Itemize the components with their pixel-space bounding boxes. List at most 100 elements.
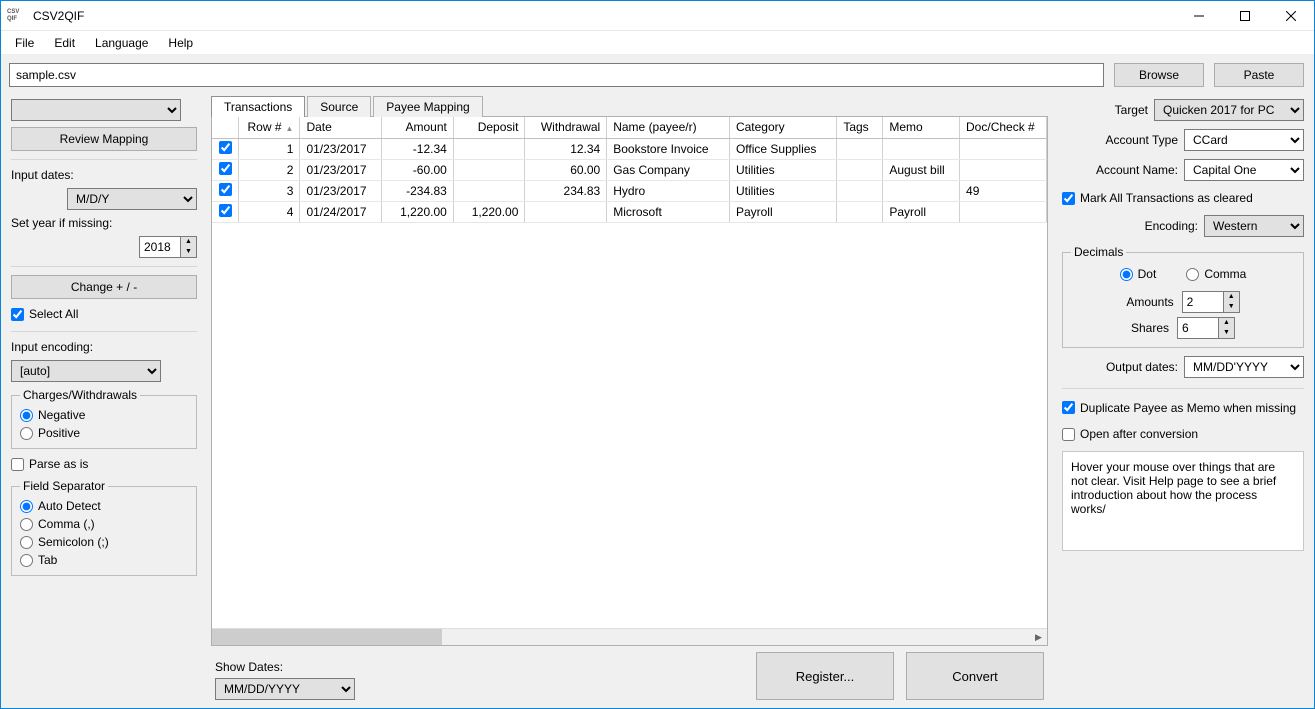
row-check[interactable] [212,180,239,201]
output-dates-select[interactable]: MM/DD'YYYY [1184,356,1304,378]
output-dates-label: Output dates: [1062,360,1178,374]
menu-edit[interactable]: Edit [44,34,85,52]
grid-horizontal-scrollbar[interactable]: ◀ ▶ [212,628,1047,645]
cell-row: 2 [239,159,300,180]
cell-category: Payroll [729,201,836,222]
tab-payee-mapping[interactable]: Payee Mapping [373,96,482,117]
review-mapping-button[interactable]: Review Mapping [11,127,197,151]
col-memo[interactable]: Memo [883,117,960,138]
spin-down-icon[interactable]: ▼ [181,247,196,257]
menu-file[interactable]: File [5,34,44,52]
input-encoding-select[interactable]: [auto] [11,360,161,382]
cell-tags [837,138,883,159]
amounts-input[interactable] [1183,292,1223,312]
col-withdrawal[interactable]: Withdrawal [525,117,607,138]
scroll-right-icon[interactable]: ▶ [1030,629,1047,646]
encoding-select[interactable]: Western [1204,215,1304,237]
grid-header-row: Row #▲ Date Amount Deposit Withdrawal Na… [212,117,1047,138]
cell-name: Microsoft [607,201,730,222]
row-check[interactable] [212,138,239,159]
sep-semi-radio[interactable]: Semicolon (;) [20,533,188,551]
open-after-checkbox[interactable]: Open after conversion [1062,425,1304,443]
minimize-button[interactable] [1176,1,1222,31]
maximize-button[interactable] [1222,1,1268,31]
transactions-grid-wrap[interactable]: Row #▲ Date Amount Deposit Withdrawal Na… [212,117,1047,628]
menu-bar: File Edit Language Help [1,31,1314,55]
cell-withdrawal [525,201,607,222]
row-check[interactable] [212,159,239,180]
input-dates-select[interactable]: M/D/Y [67,188,197,210]
menu-language[interactable]: Language [85,34,158,52]
browse-button[interactable]: Browse [1114,63,1204,87]
cell-doc [960,159,1047,180]
select-all-checkbox[interactable]: Select All [11,305,197,323]
duplicate-payee-checkbox[interactable]: Duplicate Payee as Memo when missing [1062,399,1304,417]
parse-as-is-checkbox[interactable]: Parse as is [11,455,197,473]
table-row[interactable]: 101/23/2017-12.3412.34Bookstore InvoiceO… [212,138,1047,159]
decimals-comma-radio[interactable]: Comma [1186,265,1246,283]
cell-amount: -234.83 [382,180,454,201]
spin-up-icon[interactable]: ▲ [1219,318,1234,328]
shares-input[interactable] [1178,318,1218,338]
target-select[interactable]: Quicken 2017 for PC [1154,99,1304,121]
center-bottom: Show Dates: MM/DD/YYYY Register... Conve… [211,646,1048,702]
shares-spinner[interactable]: ▲▼ [1177,317,1235,339]
menu-help[interactable]: Help [158,34,203,52]
file-path-input[interactable]: sample.csv [9,63,1104,87]
cell-doc [960,138,1047,159]
convert-button[interactable]: Convert [906,652,1044,700]
account-type-label: Account Type [1062,133,1178,147]
sep-tab-radio[interactable]: Tab [20,551,188,569]
scroll-thumb[interactable] [212,629,442,646]
set-year-spinner[interactable]: ▲▼ [139,236,197,258]
window-controls [1176,1,1314,31]
table-row[interactable]: 301/23/2017-234.83234.83HydroUtilities49 [212,180,1047,201]
sep-auto-radio[interactable]: Auto Detect [20,497,188,515]
spin-down-icon[interactable]: ▼ [1219,328,1234,338]
app-icon-top: CSV [7,9,25,16]
account-name-select[interactable]: Capital One [1184,159,1304,181]
set-year-input[interactable] [140,237,180,257]
close-button[interactable] [1268,1,1314,31]
col-name[interactable]: Name (payee/r) [607,117,730,138]
sep-comma-radio[interactable]: Comma (,) [20,515,188,533]
col-tags[interactable]: Tags [837,117,883,138]
col-amount[interactable]: Amount [382,117,454,138]
tab-source[interactable]: Source [307,96,371,117]
table-row[interactable]: 401/24/20171,220.001,220.00MicrosoftPayr… [212,201,1047,222]
set-year-label: Set year if missing: [11,216,197,230]
cell-memo: Payroll [883,201,960,222]
mark-cleared-checkbox[interactable]: Mark All Transactions as cleared [1062,189,1304,207]
col-category[interactable]: Category [729,117,836,138]
title-bar: CSV QIF CSV2QIF [1,1,1314,31]
paste-button[interactable]: Paste [1214,63,1304,87]
file-row: sample.csv Browse Paste [1,55,1314,95]
register-button[interactable]: Register... [756,652,894,700]
table-row[interactable]: 201/23/2017-60.0060.00Gas CompanyUtiliti… [212,159,1047,180]
amounts-spinner[interactable]: ▲▼ [1182,291,1240,313]
col-check[interactable] [212,117,239,138]
col-doc[interactable]: Doc/Check # [960,117,1047,138]
charges-negative-radio[interactable]: Negative [20,406,188,424]
charges-positive-radio[interactable]: Positive [20,424,188,442]
cell-date: 01/24/2017 [300,201,382,222]
cell-date: 01/23/2017 [300,138,382,159]
app-window: CSV QIF CSV2QIF File Edit Language Help … [0,0,1315,709]
spin-up-icon[interactable]: ▲ [1224,292,1239,302]
account-type-select[interactable]: CCard [1184,129,1304,151]
hint-box: Hover your mouse over things that are no… [1062,451,1304,551]
tab-transactions[interactable]: Transactions [211,96,305,117]
spin-down-icon[interactable]: ▼ [1224,302,1239,312]
col-row[interactable]: Row #▲ [239,117,300,138]
show-dates-select[interactable]: MM/DD/YYYY [215,678,355,700]
spin-up-icon[interactable]: ▲ [181,237,196,247]
left-top-select[interactable] [11,99,181,121]
decimals-dot-radio[interactable]: Dot [1120,265,1157,283]
col-date[interactable]: Date [300,117,382,138]
change-sign-button[interactable]: Change + / - [11,275,197,299]
row-check[interactable] [212,201,239,222]
cell-tags [837,180,883,201]
col-deposit[interactable]: Deposit [453,117,525,138]
amounts-label: Amounts [1126,295,1173,309]
charges-group: Charges/Withdrawals Negative Positive [11,388,197,449]
